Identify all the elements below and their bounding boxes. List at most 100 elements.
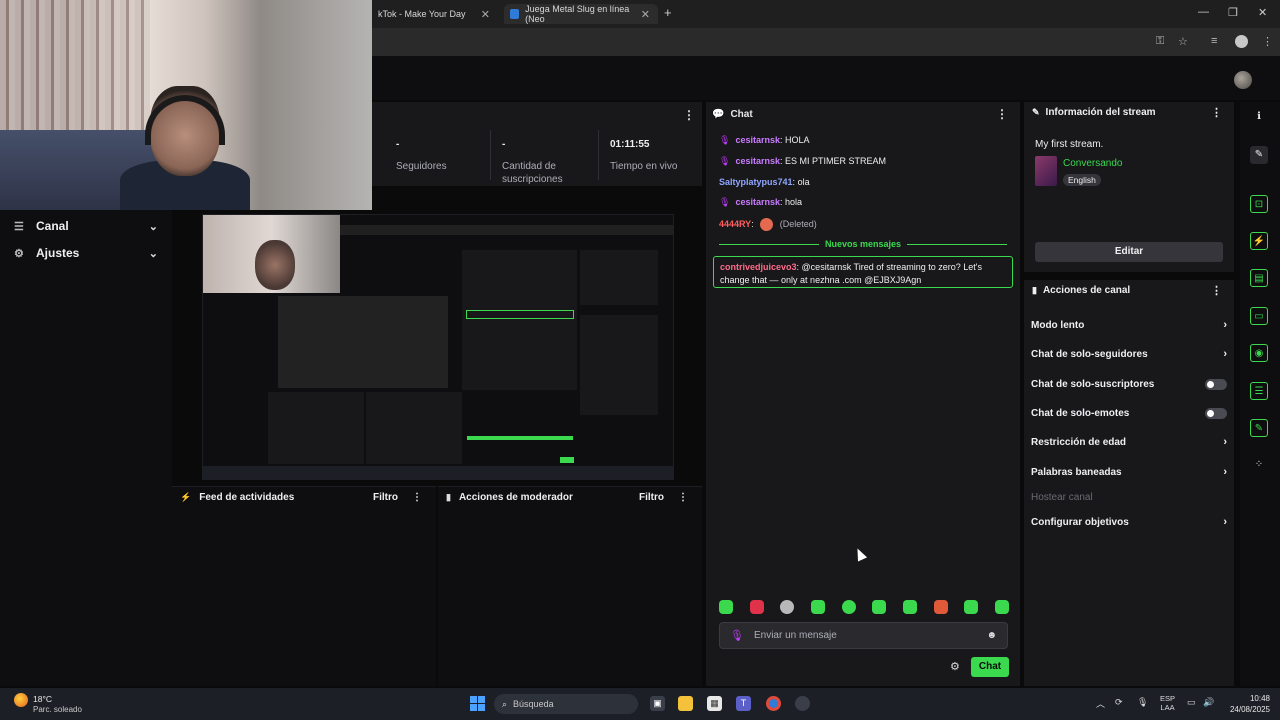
weather-icon[interactable] [14,693,28,707]
extensions-icon[interactable]: ⁘ [1250,456,1268,474]
teams-icon[interactable]: T [736,696,751,711]
mod-actions-icon: ▮ [446,491,451,502]
stream-info-menu-icon[interactable]: ⋮ [1211,106,1222,119]
taskbar-search-placeholder: Búsqueda [513,699,554,709]
chat-username[interactable]: cesitarnsk [735,156,780,166]
sidebar-item-label: Ajustes [36,246,80,260]
chat-username[interactable]: cesitarnsk [735,197,780,207]
chevron-down-icon: ⌄ [148,220,158,233]
broadcast-icon[interactable]: ◉ [1250,344,1268,362]
emote-icon[interactable] [964,600,979,614]
emote-icon[interactable] [810,600,825,614]
network-icon[interactable]: ▭ [1187,697,1196,708]
avatar[interactable] [1234,71,1252,89]
windows-start-icon[interactable] [470,696,485,711]
wrench-icon[interactable]: ✎ [1250,419,1268,437]
layout-icon[interactable]: ☰ [1250,382,1268,400]
browser-tab-active[interactable]: Juega Metal Slug en línea (Neo ✕ [504,4,658,24]
stats-menu-icon[interactable]: ⋮ [683,108,695,122]
weather-description[interactable]: Parc. soleado [33,705,82,714]
browser-menu-icon[interactable]: ⋮ [1262,35,1273,48]
stats-divider [598,130,599,180]
language-indicator[interactable]: ESP LAA [1160,694,1175,712]
clipboard-icon[interactable]: ▤ [1250,269,1268,287]
action-age-restriction[interactable]: Restricción de edad › [1031,434,1227,450]
action-banned-words[interactable]: Palabras baneadas › [1031,464,1227,480]
chevron-down-icon: ⌄ [148,247,158,260]
profile-avatar[interactable] [1235,35,1248,48]
task-view-icon[interactable]: ▣ [650,696,665,711]
emote-icon[interactable] [872,600,887,614]
sidebar-item-label: Canal [36,219,69,233]
activity-feed-menu-icon[interactable]: ⋮ [412,492,422,503]
chat-settings-icon[interactable]: ⚙ [950,660,960,673]
emote-icon[interactable] [719,600,733,614]
taskbar-clock[interactable]: 10:48 24/08/2025 [1224,693,1270,715]
mod-mic-icon: 🎙 [730,630,744,642]
bookmark-star-icon[interactable]: ☆ [1178,35,1188,48]
tab-close-icon[interactable]: ✕ [481,8,490,21]
sync-icon[interactable]: ⟳ [1115,697,1123,708]
emotes-only-toggle[interactable] [1205,407,1227,419]
chat-username[interactable]: cesitarnsk [735,135,780,145]
chat-input[interactable]: 🎙 Enviar un mensaje ☻ [719,622,1008,649]
channel-actions-menu-icon[interactable]: ⋮ [1211,284,1222,297]
action-set-goals[interactable]: Configurar objetivos › [1031,514,1227,530]
chat-username[interactable]: contrivedjuicevo3 [720,262,797,272]
language-code: ESP [1160,694,1176,703]
chat-username[interactable]: Saltyplatypus741 [719,177,793,187]
preview-webcam-person [255,240,295,290]
emote-icon[interactable] [902,600,917,614]
chat-send-button[interactable]: Chat [971,657,1009,677]
chat-menu-icon[interactable]: ⋮ [996,107,1008,121]
tray-overflow-icon[interactable]: ︿ [1096,697,1105,710]
mod-actions-filter-button[interactable]: Filtro [639,492,664,503]
weather-temperature[interactable]: 18°C [33,694,52,704]
store-icon[interactable]: ▦ [707,696,722,711]
emote-icon[interactable] [749,600,764,614]
tab-close-icon[interactable]: ✕ [641,8,650,21]
emoji-picker-icon[interactable]: ☻ [986,630,997,641]
edit-button[interactable]: Editar [1035,242,1223,262]
preview-feed-panel [268,392,364,464]
action-label: Modo lento [1031,319,1085,331]
microphone-icon[interactable]: 🎙 [1137,697,1148,708]
stream-category[interactable]: Conversando [1063,158,1122,169]
sidebar-item-settings[interactable]: ⚙ Ajustes ⌄ [0,240,172,266]
activity-feed-title: Feed de actividades [199,491,295,503]
focus-icon[interactable]: ⊡ [1250,195,1268,213]
subscribers-only-toggle[interactable] [1205,378,1227,390]
emote-icon[interactable] [841,600,856,614]
mod-actions-menu-icon[interactable]: ⋮ [678,492,688,503]
emote-icon[interactable] [780,600,795,614]
minimize-icon[interactable]: — [1198,6,1209,18]
emote-icon[interactable] [994,600,1009,614]
sidebar-item-channel[interactable]: ☰ Canal ⌄ [0,213,172,239]
chat-bubble-icon[interactable]: ▭ [1250,307,1268,325]
chat-username[interactable]: 4444RY [719,219,751,229]
emote-icon[interactable] [933,600,948,614]
info-icon[interactable]: ℹ [1250,108,1268,126]
password-key-icon[interactable]: ⚿ [1156,35,1164,48]
obs-icon[interactable] [795,696,810,711]
action-slow-mode[interactable]: Modo lento › [1031,317,1227,333]
lightning-icon[interactable]: ⚡ [1250,232,1268,250]
reading-list-icon[interactable]: ≡ [1211,35,1217,47]
channel-actions-title: Acciones de canal [1042,284,1131,296]
action-host-channel: Hostear canal [1031,489,1227,505]
volume-icon[interactable]: 🔊 [1203,697,1214,708]
activity-feed-filter-button[interactable]: Filtro [373,492,398,503]
browser-tab[interactable]: kTok - Make Your Day ✕ [372,4,498,24]
taskbar-search-input[interactable]: ⌕ Búsqueda [494,694,638,714]
language-tag[interactable]: English [1063,174,1101,186]
close-window-icon[interactable]: ✕ [1258,6,1267,19]
new-tab-button[interactable]: + [664,5,672,20]
pencil-icon[interactable]: ✎ [1250,146,1268,164]
file-explorer-icon[interactable] [678,696,693,711]
new-messages-divider[interactable]: Nuevos mensajes [713,238,1013,250]
action-label: Palabras baneadas [1031,466,1122,478]
chrome-icon[interactable] [766,696,781,711]
action-followers-only[interactable]: Chat de solo-seguidores › [1031,346,1227,362]
address-bar[interactable] [372,28,1280,56]
maximize-icon[interactable]: ❐ [1228,6,1238,19]
